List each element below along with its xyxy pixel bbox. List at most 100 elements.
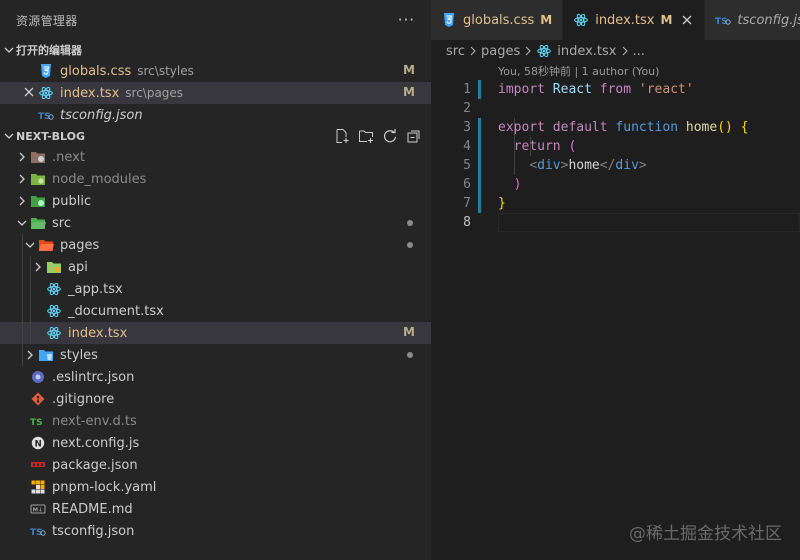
code-token: return [513,139,561,154]
breadcrumb-item[interactable]: index.tsx [557,44,616,59]
tab-globals-css[interactable]: globals.css M [431,0,564,40]
code-line: 6 ) [431,175,800,194]
modified-badge: M [403,85,415,99]
project-actions [333,127,431,145]
close-icon[interactable] [680,13,694,27]
code-editor[interactable]: You, 58秒钟前 | 1 author (You) 1 import Rea… [431,62,800,232]
css-file-icon [38,63,54,79]
tree-item-name: next.config.js [52,435,140,451]
code-token: import [498,82,545,97]
tree-item-pages-folder[interactable]: pages [0,234,431,256]
open-editor-item-index-tsx[interactable]: index.tsx src\pages M [0,82,431,104]
open-editors-section-header[interactable]: 打开的编辑器 [0,40,431,60]
css-file-icon [441,12,457,28]
git-blame-codelens[interactable]: You, 58秒钟前 | 1 author (You) [431,62,800,80]
tree-item-document-tsx[interactable]: _document.tsx [0,300,431,322]
tree-item-name: index.tsx [68,325,128,341]
line-number: 1 [463,82,471,97]
explorer-header: 资源管理器 ··· [0,0,431,40]
tree-item-gitignore[interactable]: .gitignore [0,388,431,410]
eslint-file-icon [30,369,46,385]
chevron-down-icon [22,237,38,253]
code-line: 2 [431,99,800,118]
npm-file-icon [30,457,46,473]
modified-badge: M [403,63,415,77]
modified-dot [407,352,413,358]
code-token: ) [513,177,522,192]
code-token: { [740,120,749,135]
tab-index-tsx[interactable]: index.tsx M [563,0,706,40]
project-section-header[interactable]: NEXT-BLOG [0,126,431,146]
line-number: 6 [463,177,471,192]
line-number: 7 [463,196,471,211]
tab-tsconfig-json[interactable]: TS tsconfig.json [705,0,800,40]
code-token: ( [568,139,577,154]
tree-item-public-folder[interactable]: public [0,190,431,212]
tree-item-styles-folder[interactable]: styles [0,344,431,366]
gutter-modified-marker [478,118,481,137]
modified-dot [407,220,413,226]
react-file-icon [46,325,62,341]
folder-node-icon [30,171,46,187]
breadcrumb-item[interactable]: src [446,44,465,59]
gutter-modified-marker [478,156,481,175]
tree-item-node-modules-folder[interactable]: node_modules [0,168,431,190]
tree-item-index-tsx[interactable]: index.tsx M [0,322,431,344]
more-actions-icon[interactable]: ··· [398,11,415,29]
tree-item-app-tsx[interactable]: _app.tsx [0,278,431,300]
new-folder-icon[interactable] [357,127,375,145]
gutter-blank [478,213,481,232]
tree-item-tsconfig-json[interactable]: TS tsconfig.json [0,520,431,542]
explorer-title: 资源管理器 [16,13,78,28]
tree-item-package-json[interactable]: package.json [0,454,431,476]
gutter-modified-marker [478,80,481,99]
git-file-icon [30,391,46,407]
code-token: default [552,120,608,135]
code-token: () [717,120,733,135]
tree-item-api-folder[interactable]: api [0,256,431,278]
watermark-text: @稀土掘金技术社区 [629,524,782,544]
chevron-right-icon [524,46,532,56]
folder-src-open-icon [30,215,46,231]
tree-item-readme-md[interactable]: M↓ README.md [0,498,431,520]
next-config-file-icon: N [30,435,46,451]
close-icon[interactable] [22,85,36,99]
tree-item-eslintrc-json[interactable]: .eslintrc.json [0,366,431,388]
svg-text:TS: TS [30,418,43,428]
ts-config-file-icon: TS [30,523,46,539]
open-editor-item-globals-css[interactable]: globals.css src\styles M [0,60,431,82]
gutter-modified-marker [478,137,481,156]
breadcrumb-item[interactable]: pages [481,44,520,59]
code-line: 7 } [431,194,800,213]
chevron-right-icon [621,46,629,56]
code-line-current: 8 [431,213,800,232]
tab-label: tsconfig.json [737,12,800,28]
folder-next-icon [30,149,46,165]
tree-item-next-folder[interactable]: .next [0,146,431,168]
collapse-all-icon[interactable] [405,127,423,145]
tree-item-name: README.md [52,501,133,517]
pnpm-file-icon [30,479,46,495]
gutter-modified-marker [478,175,481,194]
modified-badge: M [403,325,415,339]
chevron-right-icon [14,193,30,209]
tree-item-src-folder[interactable]: src [0,212,431,234]
tree-item-name: package.json [52,457,138,473]
open-editor-item-tsconfig-json[interactable]: TS tsconfig.json [0,104,431,126]
tree-item-next-config-js[interactable]: N next.config.js [0,432,431,454]
breadcrumb-item[interactable]: ... [633,44,645,59]
tree-item-name: pnpm-lock.yaml [52,479,157,495]
tree-item-pnpm-lock-yaml[interactable]: pnpm-lock.yaml [0,476,431,498]
open-editor-name: globals.css [60,63,132,79]
editor-area: globals.css M index.tsx M TS tsconfig.j s… [431,0,800,560]
code-token: < [529,158,538,173]
chevron-down-icon [2,43,16,57]
code-token: React [552,82,592,97]
line-number: 4 [463,139,471,154]
new-file-icon[interactable] [333,127,351,145]
tree-item-next-env-dts[interactable]: TS next-env.d.ts [0,410,431,432]
line-number: 2 [463,101,471,116]
modified-badge: M [660,13,673,27]
refresh-icon[interactable] [381,127,399,145]
line-number: 3 [463,120,471,135]
